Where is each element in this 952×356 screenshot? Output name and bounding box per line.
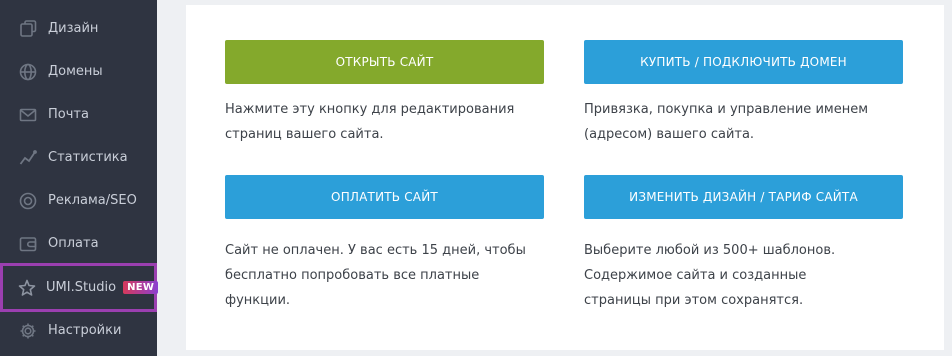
change-design-button[interactable]: ИЗМЕНИТЬ ДИЗАЙН / ТАРИФ САЙТА [584,175,903,219]
sidebar-item-label: Оплата [48,236,99,251]
gear-icon [17,320,39,342]
chart-icon [17,147,39,169]
target-icon [17,190,39,212]
buy-domain-button[interactable]: КУПИТЬ / ПОДКЛЮЧИТЬ ДОМЕН [584,40,903,84]
sidebar-item-label: Почта [48,107,89,122]
sidebar-item-statistics[interactable]: Статистика [0,136,157,179]
sidebar: Дизайн Домены Почта Статистика Реклама/S… [0,0,159,356]
sidebar-item-label: Реклама/SEO [48,193,137,208]
open-site-description: Нажмите эту кнопку для редактирования ст… [225,102,515,142]
sidebar-item-mail[interactable]: Почта [0,93,157,136]
sidebar-item-label: Настройки [48,323,122,338]
star-icon [17,277,37,299]
globe-icon [17,61,39,83]
sidebar-item-seo[interactable]: Реклама/SEO [0,179,157,222]
domain-description: Привязка, покупка и управление именем (а… [584,102,869,142]
sidebar-item-umi-studio[interactable]: UMI.Studio NEW [0,263,159,312]
sidebar-item-design[interactable]: Дизайн [0,7,157,50]
sidebar-item-payment[interactable]: Оплата [0,222,157,265]
wallet-icon [17,233,39,255]
sidebar-item-domains[interactable]: Домены [0,50,157,93]
sidebar-item-label: Домены [48,64,103,79]
sidebar-item-settings[interactable]: Настройки [0,309,157,352]
new-badge: NEW [123,281,159,294]
sidebar-item-label: Дизайн [48,21,99,36]
design-icon [17,18,39,40]
sidebar-item-label: Статистика [48,150,128,165]
open-site-button[interactable]: ОТКРЫТЬ САЙТ [225,40,544,84]
mail-icon [17,104,39,126]
actions-panel: ОТКРЫТЬ САЙТ Нажмите эту кнопку для реда… [186,5,944,350]
design-description: Выберите любой из 500+ шаблонов. Содержи… [584,243,836,308]
pay-site-description: Сайт не оплачен. У вас есть 15 дней, что… [225,243,526,308]
sidebar-item-label: UMI.Studio [46,280,117,295]
pay-site-button[interactable]: ОПЛАТИТЬ САЙТ [225,175,544,219]
